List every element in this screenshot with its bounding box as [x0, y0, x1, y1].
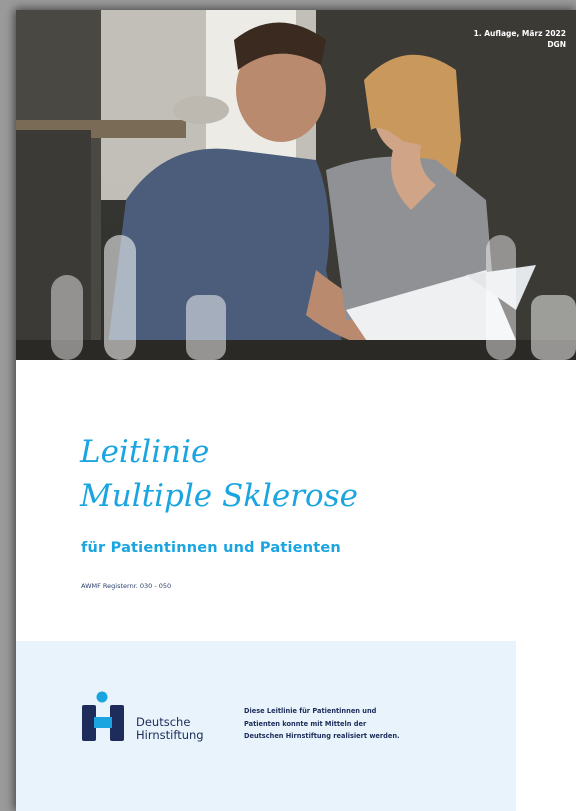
footer-band: Deutsche Hirnstiftung Diese Leitlinie fü…	[16, 641, 516, 811]
title-line-2: Multiple Sklerose	[80, 478, 358, 514]
cover-photo-illustration	[16, 10, 576, 360]
sponsor-note-line-3: Deutschen Hirnstiftung realisiert werden…	[244, 732, 400, 740]
logo-wordmark: Deutsche Hirnstiftung	[136, 716, 204, 742]
sponsor-note-line-1: Diese Leitlinie für Patientinnen und	[244, 707, 377, 715]
sponsor-note: Diese Leitlinie für Patientinnen und Pat…	[244, 705, 464, 743]
title-line-1: Leitlinie	[80, 434, 210, 470]
cover-photo: 1. Auflage, März 2022 DGN	[16, 10, 576, 360]
sponsor-note-line-2: Patienten konnte mit Mitteln der	[244, 719, 367, 728]
deutsche-hirnstiftung-logo: Deutsche Hirnstiftung	[80, 689, 230, 749]
awmf-register-number: AWMF Registernr. 030 - 050	[81, 582, 172, 590]
page-title: Leitlinie Multiple Sklerose	[80, 430, 358, 518]
logo-name-line-2: Hirnstiftung	[136, 728, 204, 742]
edition-date: 1. Auflage, März 2022	[473, 29, 566, 38]
edition-publisher: DGN	[547, 40, 566, 49]
edition-info: 1. Auflage, März 2022 DGN	[474, 28, 566, 50]
deutsche-hirnstiftung-logo-icon	[82, 691, 124, 741]
page-subtitle: für Patientinnen und Patienten	[81, 540, 341, 556]
brochure-cover: 1. Auflage, März 2022 DGN Leitlinie Mult…	[16, 10, 576, 811]
